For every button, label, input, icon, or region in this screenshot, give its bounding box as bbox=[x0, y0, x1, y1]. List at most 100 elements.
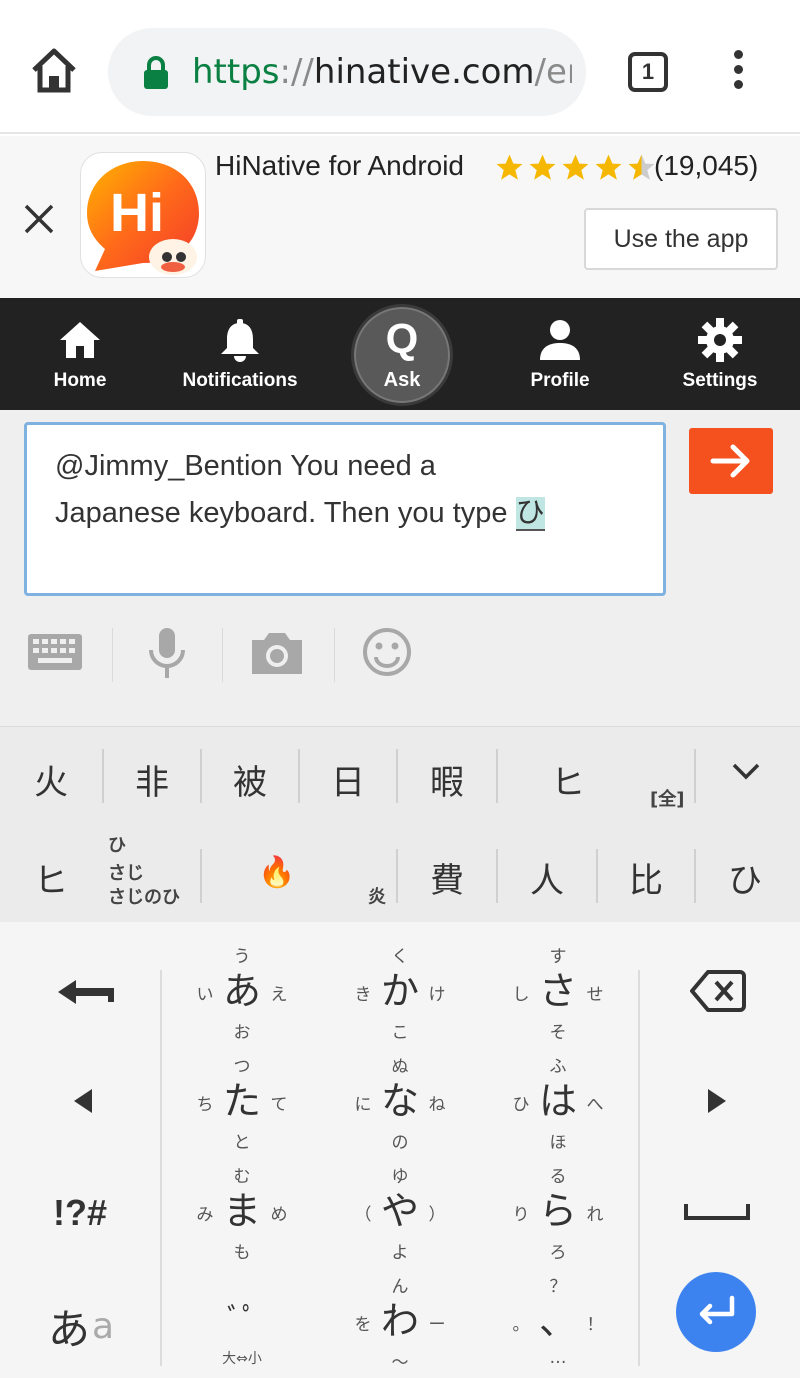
answer-text-line1: @Jimmy_Bention You need a bbox=[55, 450, 436, 482]
cursor-right-key[interactable] bbox=[640, 1046, 800, 1156]
flick-left: ひ bbox=[512, 1095, 530, 1115]
flick-down: 大⇔小 bbox=[222, 1351, 262, 1367]
candidate-text: 被 bbox=[233, 763, 267, 803]
flick-left: ち bbox=[196, 1095, 214, 1115]
space-key[interactable] bbox=[640, 1156, 800, 1266]
arrow-left-icon bbox=[74, 1089, 92, 1113]
punctuation-key[interactable]: ？。、！… bbox=[478, 1266, 638, 1376]
flick-down: ほ bbox=[549, 1133, 567, 1153]
app-install-banner: Hi HiNative for Android (19,045) Use the… bbox=[0, 136, 800, 298]
candidate[interactable]: ひ bbox=[696, 825, 794, 923]
candidate-text: 火 bbox=[34, 763, 68, 803]
emoji-icon[interactable] bbox=[358, 626, 416, 680]
cursor-left-key[interactable] bbox=[0, 1046, 160, 1156]
enter-key[interactable] bbox=[676, 1272, 756, 1352]
flick-right: せ bbox=[586, 985, 604, 1005]
hint-text: さじのひ bbox=[108, 887, 180, 908]
keyboard-icon[interactable] bbox=[26, 626, 84, 680]
candidate[interactable]: ヒ [全] bbox=[498, 727, 694, 825]
candidate-text: ヒ bbox=[551, 763, 585, 803]
input-mode-key[interactable]: あ a bbox=[0, 1266, 160, 1376]
flick-key-ta[interactable]: つちたてと bbox=[162, 1046, 322, 1156]
dakuten-key[interactable]: ﾞﾟ 大⇔小 bbox=[162, 1266, 322, 1376]
candidate-emoji[interactable]: 🔥 炎 bbox=[202, 825, 396, 923]
candidate-hint[interactable]: ひ さじ さじのひ bbox=[104, 825, 200, 923]
nav-ask-label: Ask bbox=[383, 369, 421, 391]
home-icon[interactable] bbox=[28, 44, 80, 96]
flick-up: す bbox=[549, 947, 567, 967]
url-bar[interactable]: https://hinative.com/en bbox=[108, 28, 586, 116]
flick-key-ya[interactable]: ゆ （ や ） よ bbox=[320, 1156, 480, 1266]
candidate-text: ひ bbox=[728, 861, 762, 901]
microphone-icon[interactable] bbox=[138, 626, 196, 680]
divider bbox=[112, 628, 113, 682]
chevron-down-icon[interactable] bbox=[730, 761, 762, 781]
person-icon bbox=[540, 320, 580, 360]
candidate[interactable]: 被 bbox=[202, 727, 298, 825]
nav-home-label: Home bbox=[53, 370, 107, 391]
send-button[interactable] bbox=[689, 428, 773, 494]
browser-toolbar: https://hinative.com/en 1 bbox=[0, 0, 800, 134]
app-name: HiNative for Android bbox=[215, 150, 465, 181]
nav-notifications[interactable]: Notifications bbox=[160, 298, 320, 410]
nav-settings-label: Settings bbox=[682, 370, 758, 391]
flick-key-ma[interactable]: むみまめも bbox=[162, 1156, 322, 1266]
flick-down: も bbox=[233, 1243, 251, 1263]
flick-left: し bbox=[512, 985, 530, 1005]
flick-up: く bbox=[391, 947, 409, 967]
candidate[interactable]: ヒ bbox=[0, 825, 102, 923]
mode-main-label: あ bbox=[48, 1305, 91, 1354]
flick-key-sa[interactable]: すしさせそ bbox=[478, 936, 638, 1046]
candidate[interactable]: 人 bbox=[498, 825, 596, 923]
ask-q-icon: Q bbox=[385, 315, 419, 362]
candidate[interactable]: 費 bbox=[398, 825, 496, 923]
candidate[interactable]: 非 bbox=[104, 727, 200, 825]
divider bbox=[694, 749, 696, 803]
flick-right: め bbox=[270, 1205, 288, 1225]
candidate[interactable]: 比 bbox=[598, 825, 694, 923]
flick-left: り bbox=[512, 1205, 530, 1225]
flick-down: … bbox=[549, 1348, 567, 1368]
symbols-key[interactable]: !?# bbox=[0, 1156, 160, 1266]
close-icon[interactable] bbox=[22, 202, 56, 236]
camera-icon[interactable] bbox=[248, 626, 306, 680]
undo-key[interactable] bbox=[0, 936, 160, 1046]
answer-textarea[interactable]: @Jimmy_Bention You need a Japanese keybo… bbox=[24, 422, 666, 596]
flick-right: ！ bbox=[586, 1315, 604, 1335]
nav-home[interactable]: Home bbox=[0, 298, 160, 410]
flick-key-wa[interactable]: んをわー〜 bbox=[320, 1266, 480, 1376]
nav-settings[interactable]: Settings bbox=[640, 298, 800, 410]
flick-center: わ bbox=[380, 1299, 419, 1343]
candidate[interactable]: 暇 bbox=[398, 727, 496, 825]
star-icon bbox=[595, 154, 622, 180]
ask-button[interactable]: Q Ask bbox=[351, 304, 453, 406]
overflow-menu-icon[interactable] bbox=[726, 50, 750, 94]
svg-text:Hi: Hi bbox=[110, 183, 164, 243]
rating-stars bbox=[494, 152, 657, 186]
flick-down: お bbox=[233, 1023, 251, 1043]
divider bbox=[222, 628, 223, 682]
star-icon bbox=[529, 154, 556, 180]
flick-key-ha[interactable]: ふひはへほ bbox=[478, 1046, 638, 1156]
flick-key-na[interactable]: ぬになねの bbox=[320, 1046, 480, 1156]
flick-up: う bbox=[233, 947, 251, 967]
use-the-app-button[interactable]: Use the app bbox=[584, 208, 778, 270]
flick-key-a[interactable]: ういあえお bbox=[162, 936, 322, 1046]
flick-center: は bbox=[538, 1079, 577, 1123]
hint-text: さじ bbox=[108, 863, 144, 884]
nav-profile[interactable]: Profile bbox=[480, 298, 640, 410]
mode-sub-label: a bbox=[92, 1306, 115, 1347]
candidate-badge: [全] bbox=[650, 789, 685, 810]
star-icon bbox=[562, 154, 589, 180]
flick-up: つ bbox=[233, 1057, 251, 1077]
flick-key-ka[interactable]: くきかけこ bbox=[320, 936, 480, 1046]
flick-right: け bbox=[428, 985, 446, 1005]
candidate[interactable]: 火 bbox=[0, 727, 102, 825]
candidate[interactable]: 日 bbox=[300, 727, 396, 825]
backspace-key[interactable] bbox=[640, 936, 800, 1046]
tab-switcher-button[interactable]: 1 bbox=[628, 52, 668, 92]
flick-right: ） bbox=[428, 1205, 446, 1225]
half-star-icon bbox=[628, 154, 655, 180]
flick-key-ra[interactable]: るりられろ bbox=[478, 1156, 638, 1266]
flick-center: か bbox=[380, 969, 419, 1013]
